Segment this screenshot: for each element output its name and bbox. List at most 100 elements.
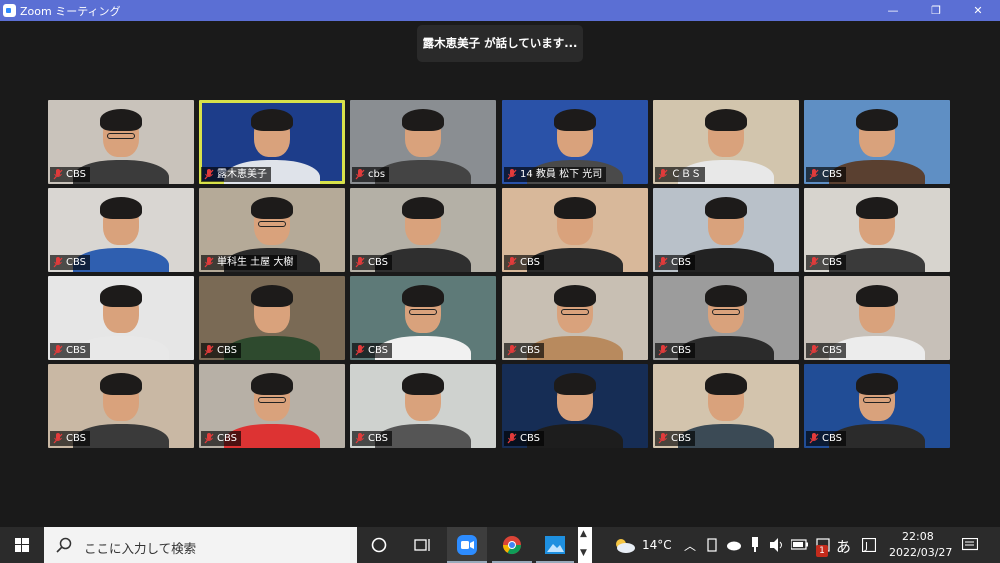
- participant-name: ＣＢＳ: [671, 169, 701, 180]
- participant-video-tile[interactable]: CBS: [804, 100, 950, 184]
- participant-name-tag: CBS: [655, 343, 696, 358]
- muted-mic-icon: [204, 433, 214, 444]
- taskbar-photos-app[interactable]: [536, 527, 574, 563]
- task-view-button[interactable]: [404, 527, 442, 563]
- participant-video-tile[interactable]: CBS: [350, 364, 496, 448]
- participant-video-tile[interactable]: CBS: [502, 276, 648, 360]
- participant-video-tile[interactable]: CBS: [350, 276, 496, 360]
- clock-time[interactable]: 22:08: [902, 530, 934, 543]
- participant-name-tag: CBS: [504, 343, 545, 358]
- participant-hair: [402, 109, 444, 131]
- weather-cloud-icon[interactable]: [612, 536, 636, 554]
- taskbar-chrome-app[interactable]: [492, 527, 532, 563]
- muted-mic-icon: [658, 169, 668, 180]
- participant-hair: [100, 373, 142, 395]
- participant-name: CBS: [520, 433, 541, 444]
- participant-name-tag: CBS: [806, 343, 847, 358]
- participant-video-tile[interactable]: CBS: [653, 364, 799, 448]
- participant-video-tile[interactable]: CBS: [48, 188, 194, 272]
- muted-mic-icon: [809, 433, 819, 444]
- participant-name: CBS: [217, 345, 238, 356]
- muted-mic-icon: [355, 169, 365, 180]
- search-icon: [56, 537, 72, 553]
- participant-name: CBS: [671, 345, 692, 356]
- participant-name: CBS: [66, 257, 87, 268]
- participant-hair: [856, 285, 898, 307]
- ime-mode-icon[interactable]: J: [862, 538, 876, 552]
- participant-hair: [251, 373, 293, 395]
- muted-mic-icon: [204, 345, 214, 356]
- show-hidden-icons-chevron-icon[interactable]: ︿: [684, 537, 696, 554]
- participant-video-tile[interactable]: CBS: [653, 276, 799, 360]
- participant-name-tag: 14 教員 松下 光司: [504, 167, 607, 182]
- muted-mic-icon: [53, 169, 63, 180]
- muted-mic-icon: [658, 257, 668, 268]
- taskbar-search-box[interactable]: ここに入力して検索: [44, 527, 357, 563]
- glasses: [409, 309, 437, 315]
- participant-video-tile[interactable]: CBS: [502, 364, 648, 448]
- participant-name: 14 教員 松下 光司: [520, 169, 603, 180]
- participant-video-tile[interactable]: CBS: [199, 364, 345, 448]
- device-icon[interactable]: [706, 538, 718, 552]
- action-center-icon[interactable]: [962, 538, 978, 552]
- volume-icon[interactable]: [769, 538, 785, 552]
- participant-hair: [402, 197, 444, 219]
- participant-name: CBS: [368, 345, 389, 356]
- participant-hair: [554, 109, 596, 131]
- muted-mic-icon: [809, 257, 819, 268]
- participant-name-tag: CBS: [201, 431, 242, 446]
- minimize-button[interactable]: —: [873, 0, 913, 21]
- muted-mic-icon: [809, 345, 819, 356]
- participant-video-tile[interactable]: CBS: [804, 364, 950, 448]
- muted-mic-icon: [809, 169, 819, 180]
- participant-video-tile[interactable]: CBS: [804, 188, 950, 272]
- svg-text:J: J: [864, 541, 868, 552]
- participant-video-tile[interactable]: CBS: [48, 100, 194, 184]
- participant-name-tag: CBS: [504, 255, 545, 270]
- ime-indicator[interactable]: あ: [836, 536, 851, 557]
- participant-video-tile[interactable]: cbs: [350, 100, 496, 184]
- weather-temperature[interactable]: 14°C: [642, 538, 672, 552]
- muted-mic-icon: [658, 345, 668, 356]
- clock-date[interactable]: 2022/03/27: [889, 546, 952, 559]
- participant-video-tile[interactable]: CBS: [48, 276, 194, 360]
- search-placeholder: ここに入力して検索: [84, 541, 197, 556]
- participant-video-tile[interactable]: ＣＢＳ: [653, 100, 799, 184]
- participant-hair: [100, 197, 142, 219]
- participant-name: CBS: [217, 433, 238, 444]
- participant-name: CBS: [66, 345, 87, 356]
- battery-icon[interactable]: [791, 539, 809, 551]
- participant-name-tag: CBS: [50, 343, 91, 358]
- participant-hair: [705, 109, 747, 131]
- participant-name: 露木恵美子: [217, 169, 267, 180]
- taskbar-zoom-app[interactable]: [447, 527, 487, 563]
- participant-video-tile[interactable]: CBS: [804, 276, 950, 360]
- participant-name: CBS: [368, 433, 389, 444]
- participant-name-tag: CBS: [352, 343, 393, 358]
- scroll-apps-button[interactable]: ▲ ▼: [578, 527, 592, 563]
- glasses: [712, 309, 740, 315]
- participant-video-tile[interactable]: CBS: [350, 188, 496, 272]
- cortana-button[interactable]: [360, 527, 398, 563]
- muted-mic-icon: [53, 257, 63, 268]
- participant-video-tile[interactable]: 単科生 土屋 大樹: [199, 188, 345, 272]
- chrome-icon: [503, 536, 521, 555]
- participant-video-tile[interactable]: CBS: [653, 188, 799, 272]
- participant-video-tile[interactable]: 14 教員 松下 光司: [502, 100, 648, 184]
- participant-video-tile[interactable]: CBS: [502, 188, 648, 272]
- restore-button[interactable]: ❐: [916, 0, 956, 21]
- muted-mic-icon: [507, 345, 517, 356]
- close-button[interactable]: ✕: [958, 0, 998, 21]
- glasses: [258, 221, 286, 227]
- start-button[interactable]: [0, 527, 44, 563]
- usb-icon[interactable]: [750, 537, 760, 553]
- participant-name: 単科生 土屋 大樹: [217, 257, 294, 268]
- participant-hair: [705, 373, 747, 395]
- glasses: [258, 397, 286, 403]
- participant-video-tile[interactable]: CBS: [48, 364, 194, 448]
- participant-video-tile[interactable]: 露木恵美子: [199, 100, 345, 184]
- glasses: [107, 133, 135, 139]
- participant-hair: [856, 197, 898, 219]
- participant-video-tile[interactable]: CBS: [199, 276, 345, 360]
- cloud-sync-icon[interactable]: [726, 539, 742, 551]
